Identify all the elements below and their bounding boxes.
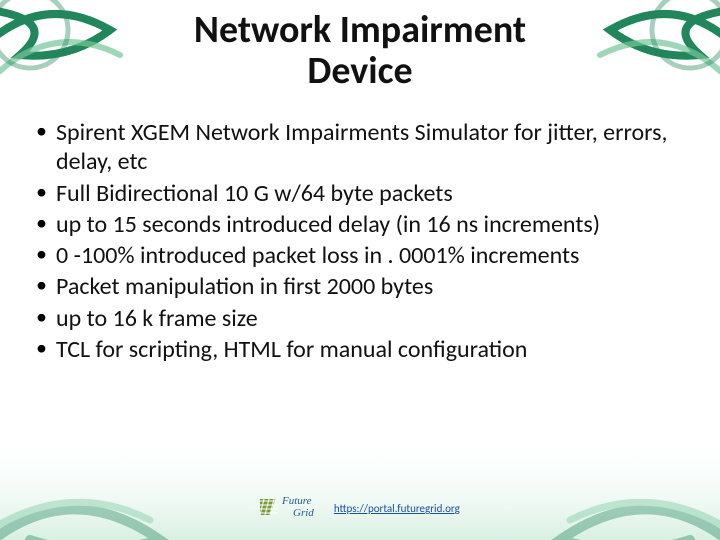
title-line-2: Device	[307, 48, 412, 94]
futuregrid-logo: Future Grid	[260, 491, 320, 526]
bullet-text: Full Bidirectional 10 G w/64 byte packet…	[56, 179, 453, 208]
bullet-text: Packet manipulation in first 2000 bytes	[56, 272, 433, 301]
slide: Network Impairment Device Spirent XGEM N…	[0, 0, 720, 540]
slide-title: Network Impairment Device	[0, 10, 720, 92]
slide-body: Spirent XGEM Network Impairments Simulat…	[34, 118, 692, 366]
list-item: Full Bidirectional 10 G w/64 byte packet…	[34, 179, 692, 208]
slide-footer: Future Grid https://portal.futuregrid.or…	[0, 491, 720, 526]
logo-text-top: Future	[281, 495, 312, 507]
list-item: Packet manipulation in first 2000 bytes	[34, 272, 692, 301]
list-item: Spirent XGEM Network Impairments Simulat…	[34, 118, 692, 177]
bullet-list: Spirent XGEM Network Impairments Simulat…	[34, 118, 692, 364]
bullet-text: 0 -100% introduced packet loss in . 0001…	[56, 241, 579, 270]
list-item: up to 16 k frame size	[34, 304, 692, 333]
list-item: 0 -100% introduced packet loss in . 0001…	[34, 241, 692, 270]
logo-text-bottom: Grid	[293, 507, 314, 519]
bullet-text: TCL for scripting, HTML for manual confi…	[56, 335, 527, 364]
title-line-1: Network Impairment	[194, 7, 526, 53]
footer-link[interactable]: https://portal.futuregrid.org	[334, 502, 460, 515]
list-item: up to 15 seconds introduced delay (in 16…	[34, 210, 692, 239]
bullet-text: Spirent XGEM Network Impairments Simulat…	[56, 118, 667, 176]
bullet-text: up to 16 k frame size	[56, 304, 258, 333]
list-item: TCL for scripting, HTML for manual confi…	[34, 335, 692, 364]
bullet-text: up to 15 seconds introduced delay (in 16…	[56, 210, 600, 239]
